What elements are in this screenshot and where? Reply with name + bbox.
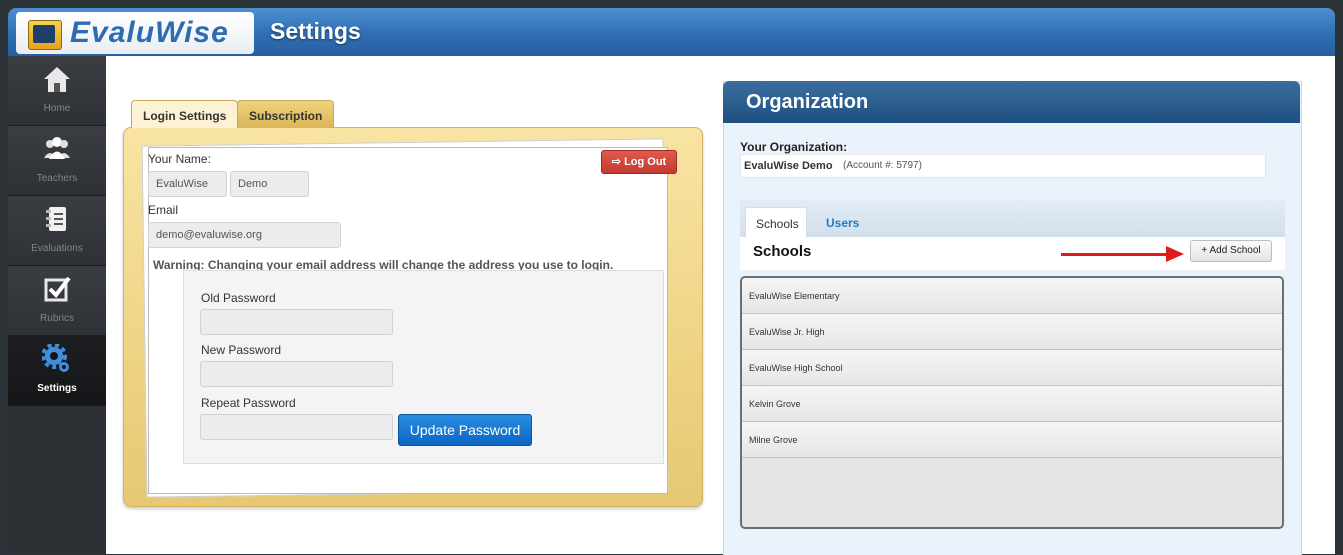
annotation-arrow-head xyxy=(1166,246,1184,262)
new-password-field[interactable] xyxy=(200,361,393,387)
logout-button[interactable]: ⇨ Log Out xyxy=(601,150,677,174)
old-password-field[interactable] xyxy=(200,309,393,335)
sidebar-item-settings[interactable]: Settings xyxy=(8,336,106,406)
last-name-field[interactable]: Demo xyxy=(230,171,309,197)
page-title: Settings xyxy=(270,18,361,44)
sidebar-item-label: Teachers xyxy=(36,173,78,184)
organization-name: EvaluWise Demo xyxy=(744,160,833,172)
logo-text: EvaluWise xyxy=(70,16,229,49)
repeat-password-label: Repeat Password xyxy=(201,396,296,410)
organization-title: Organization xyxy=(746,91,869,113)
repeat-password-field[interactable] xyxy=(200,414,393,440)
sidebar-item-home[interactable]: Home xyxy=(8,56,106,126)
home-icon xyxy=(44,67,70,92)
app-header: EvaluWise Settings xyxy=(8,8,1335,56)
sidebar-item-label: Evaluations xyxy=(31,243,83,254)
annotation-arrow xyxy=(1061,253,1169,256)
list-item[interactable]: EvaluWise Jr. High xyxy=(742,314,1282,350)
update-password-button[interactable]: Update Password xyxy=(398,414,532,446)
list-item[interactable]: Milne Grove xyxy=(742,422,1282,458)
sidebar-item-evaluations[interactable]: Evaluations xyxy=(8,196,106,266)
old-password-label: Old Password xyxy=(201,291,276,305)
your-organization-label: Your Organization: xyxy=(740,140,848,154)
teachers-icon xyxy=(44,137,70,159)
rubrics-icon xyxy=(44,276,71,302)
list-item[interactable]: Kelvin Grove xyxy=(742,386,1282,422)
schools-heading: Schools xyxy=(753,243,812,260)
sidebar-item-label: Rubrics xyxy=(40,313,74,324)
tab-users[interactable]: Users xyxy=(816,207,869,237)
sidebar-item-label: Home xyxy=(43,103,71,114)
sidebar-nav: Home Teachers Evaluations Rubrics Settin… xyxy=(8,56,106,554)
email-field[interactable]: demo@evaluwise.org xyxy=(148,222,341,248)
sidebar-item-teachers[interactable]: Teachers xyxy=(8,126,106,196)
list-item[interactable]: EvaluWise High School xyxy=(742,350,1282,386)
new-password-label: New Password xyxy=(201,343,282,357)
gear-icon xyxy=(42,344,69,372)
email-label: Email xyxy=(148,203,179,217)
account-number: (Account #: 5797) xyxy=(843,160,922,171)
logout-icon: ⇨ xyxy=(611,156,625,168)
school-list: EvaluWise Elementary EvaluWise Jr. High … xyxy=(740,276,1284,529)
tab-login-settings[interactable]: Login Settings xyxy=(131,100,239,128)
sidebar-item-label: Settings xyxy=(37,383,77,394)
sidebar-item-rubrics[interactable]: Rubrics xyxy=(8,266,106,336)
list-item[interactable]: EvaluWise Elementary xyxy=(742,278,1282,314)
logout-label: Log Out xyxy=(624,156,667,168)
first-name-field[interactable]: EvaluWise xyxy=(148,171,227,197)
add-school-button[interactable]: + Add School xyxy=(1190,240,1272,262)
logo-icon xyxy=(28,20,62,50)
logo[interactable]: EvaluWise xyxy=(16,12,254,54)
evaluations-icon xyxy=(46,207,66,231)
name-label: Your Name: xyxy=(148,152,211,166)
tab-subscription[interactable]: Subscription xyxy=(237,100,335,128)
tab-schools[interactable]: Schools xyxy=(745,207,807,237)
